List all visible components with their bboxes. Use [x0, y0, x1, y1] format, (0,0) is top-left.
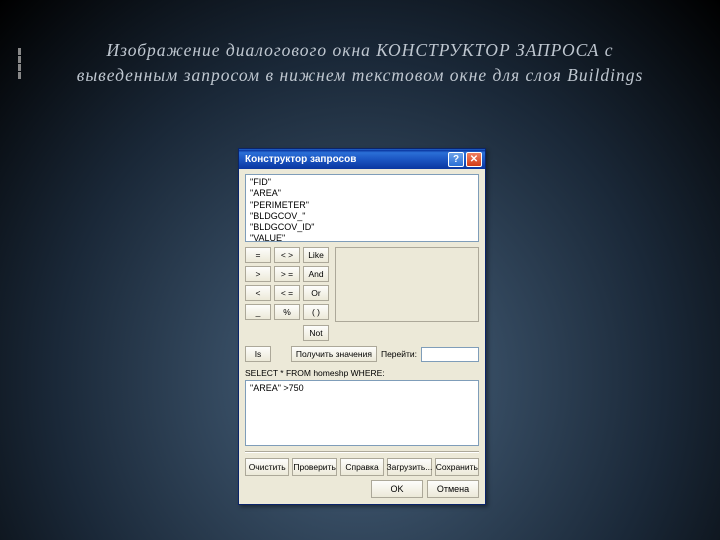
clear-button[interactable]: Очистить — [245, 458, 289, 476]
goto-input[interactable] — [421, 347, 479, 362]
get-values-button[interactable]: Получить значения — [291, 346, 377, 362]
values-panel — [335, 247, 479, 322]
ok-button[interactable]: OK — [371, 480, 423, 498]
op-is-button[interactable]: Is — [245, 346, 271, 362]
op-or-button[interactable]: Or — [303, 285, 329, 301]
help-button[interactable]: Справка — [340, 458, 384, 476]
load-button[interactable]: Загрузить... — [387, 458, 431, 476]
where-clause-textarea[interactable]: "AREA" >750 — [245, 380, 479, 446]
op-ge-button[interactable]: > = — [274, 266, 300, 282]
op-paren-button[interactable]: ( ) — [303, 304, 329, 320]
field-item[interactable]: "VALUE" — [250, 233, 474, 242]
save-button[interactable]: Сохранить — [435, 458, 479, 476]
op-and-button[interactable]: And — [303, 266, 329, 282]
close-icon[interactable]: ✕ — [466, 152, 482, 167]
field-item[interactable]: "AREA" — [250, 188, 474, 199]
help-icon[interactable]: ? — [448, 152, 464, 167]
field-item[interactable]: "BLDGCOV_ID" — [250, 222, 474, 233]
op-like-button[interactable]: Like — [303, 247, 329, 263]
separator — [245, 451, 479, 452]
dialog-title: Конструктор запросов — [245, 154, 446, 165]
field-item[interactable]: "PERIMETER" — [250, 200, 474, 211]
titlebar[interactable]: Конструктор запросов ? ✕ — [239, 149, 485, 169]
select-from-label: SELECT * FROM homeshp WHERE: — [245, 368, 479, 378]
field-item[interactable]: "BLDGCOV_" — [250, 211, 474, 222]
goto-label: Перейти: — [381, 349, 417, 359]
op-lt-button[interactable]: < — [245, 285, 271, 301]
op-ne-button[interactable]: < > — [274, 247, 300, 263]
cancel-button[interactable]: Отмена — [427, 480, 479, 498]
op-percent-button[interactable]: % — [274, 304, 300, 320]
verify-button[interactable]: Проверить — [292, 458, 336, 476]
op-underscore-button[interactable]: _ — [245, 304, 271, 320]
field-item[interactable]: "FID" — [250, 177, 474, 188]
slide-edit-marks — [18, 48, 21, 80]
op-not-button[interactable]: Not — [303, 325, 329, 341]
fields-listbox[interactable]: "FID" "AREA" "PERIMETER" "BLDGCOV_" "BLD… — [245, 174, 479, 242]
op-eq-button[interactable]: = — [245, 247, 271, 263]
op-gt-button[interactable]: > — [245, 266, 271, 282]
slide-title: Изображение диалогового окна КОНСТРУКТОР… — [0, 0, 720, 89]
op-le-button[interactable]: < = — [274, 285, 300, 301]
query-builder-dialog: Конструктор запросов ? ✕ "FID" "AREA" "P… — [238, 148, 486, 505]
